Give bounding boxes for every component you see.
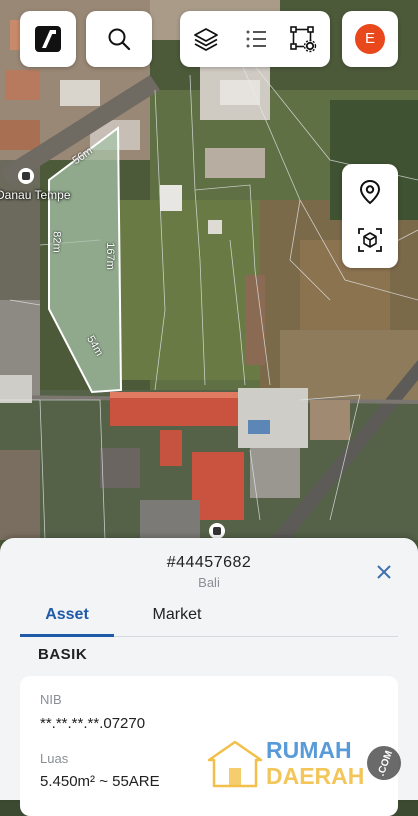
watermark-line2: DAERAH <box>266 763 364 789</box>
map-tools-group <box>180 11 330 67</box>
search-icon <box>108 28 131 51</box>
side-controls <box>342 164 398 268</box>
nib-label: NIB <box>40 692 62 707</box>
parcel-id: #44457682 <box>166 554 252 571</box>
dimension-right: 167m <box>103 242 116 270</box>
sheet-tabs: Asset Market <box>20 604 398 637</box>
avatar: E <box>355 24 385 54</box>
watermark: RUMAH DAERAH .COM <box>206 736 406 792</box>
poi-label: Danau Tempe <box>0 188 71 202</box>
list-icon <box>246 30 266 48</box>
draw-polygon-button[interactable] <box>288 24 318 54</box>
parcel-region: Bali <box>198 575 220 590</box>
area-value: 5.450m² ~ 55ARE <box>40 773 160 790</box>
nib-value: **.**.**.**.07270 <box>40 715 146 732</box>
watermark-logo: RUMAH DAERAH .COM <box>207 737 401 789</box>
legend-button[interactable] <box>242 25 270 53</box>
dimension-left: 82m <box>50 231 63 253</box>
search-button[interactable] <box>86 11 152 67</box>
locate-button[interactable] <box>357 178 383 206</box>
view-3d-button[interactable] <box>356 226 384 254</box>
close-button[interactable] <box>374 562 394 582</box>
logo-button[interactable] <box>20 11 76 67</box>
tab-asset[interactable]: Asset <box>20 604 114 637</box>
location-pin-icon <box>359 179 381 205</box>
profile-button[interactable]: E <box>342 11 398 67</box>
polygon-settings-icon <box>290 26 317 53</box>
layers-icon <box>194 28 218 51</box>
3d-box-icon <box>358 228 382 252</box>
section-title: BASIK <box>38 646 88 663</box>
watermark-line1: RUMAH <box>266 737 352 763</box>
layers-button[interactable] <box>192 25 220 53</box>
tab-market[interactable]: Market <box>132 604 222 634</box>
area-label: Luas <box>40 751 69 766</box>
close-icon <box>377 565 391 579</box>
brand-logo-icon <box>35 26 61 52</box>
